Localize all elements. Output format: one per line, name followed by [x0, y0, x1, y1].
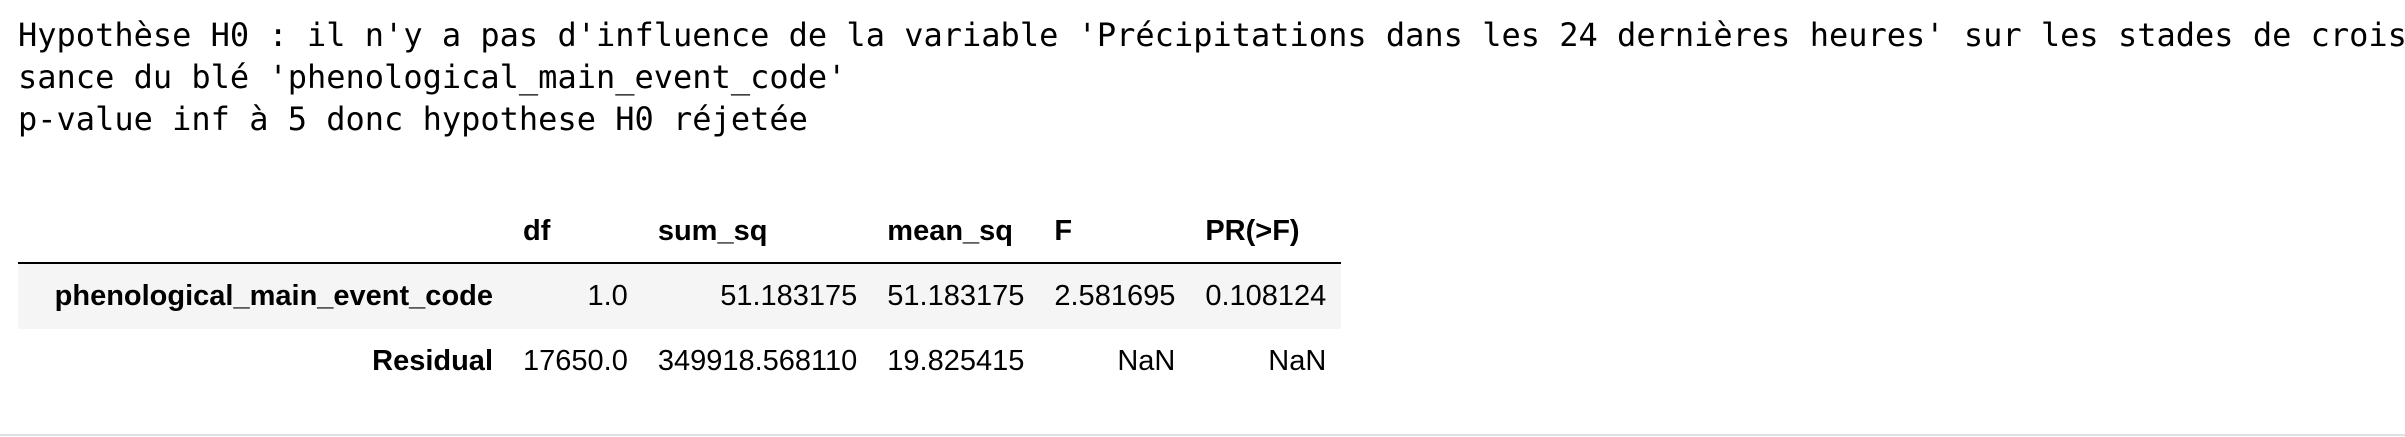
- cell-divider: [0, 434, 2405, 436]
- anova-table: df sum_sq mean_sq F PR(>F) phenological_…: [18, 200, 1342, 394]
- cell-output-area: Hypothèse H0 : il n'y a pas d'influence …: [0, 0, 2405, 437]
- stream-line: sance du blé 'phenological_main_event_co…: [18, 58, 847, 96]
- table-header-row: df sum_sq mean_sq F PR(>F): [18, 200, 1342, 264]
- column-header-sum-sq: sum_sq: [642, 200, 873, 264]
- table-cell: 0.108124: [1205, 280, 1327, 312]
- table-cell: 51.183175: [720, 280, 858, 312]
- stream-output: Hypothèse H0 : il n'y a pas d'influence …: [18, 14, 2405, 140]
- dataframe-output: df sum_sq mean_sq F PR(>F) phenological_…: [18, 200, 1342, 394]
- table-cell: NaN: [1268, 345, 1327, 377]
- table-cell: 1.0: [587, 280, 628, 312]
- stream-line: Hypothèse H0 : il n'y a pas d'influence …: [18, 16, 2405, 54]
- table-cell: 19.825415: [887, 345, 1025, 377]
- column-header-df: df: [508, 200, 643, 264]
- table-cell: 51.183175: [887, 280, 1025, 312]
- table-row: phenological_main_event_code 1.0 51.1831…: [18, 263, 1342, 329]
- table-cell: NaN: [1117, 345, 1176, 377]
- index-header-corner: [18, 200, 508, 264]
- row-index-label: phenological_main_event_code: [54, 280, 493, 312]
- stream-line: p-value inf à 5 donc hypothese H0 réjeté…: [18, 100, 808, 138]
- column-header-mean-sq: mean_sq: [872, 200, 1040, 264]
- column-header-pr-f: PR(>F): [1190, 200, 1342, 264]
- table-cell: 349918.568110: [657, 345, 858, 377]
- table-cell: 2.581695: [1054, 280, 1176, 312]
- column-header-f: F: [1039, 200, 1191, 264]
- table-cell: 17650.0: [523, 345, 628, 377]
- row-index-label: Residual: [372, 345, 493, 377]
- table-row: Residual 17650.0 349918.568110 19.825415…: [18, 329, 1341, 394]
